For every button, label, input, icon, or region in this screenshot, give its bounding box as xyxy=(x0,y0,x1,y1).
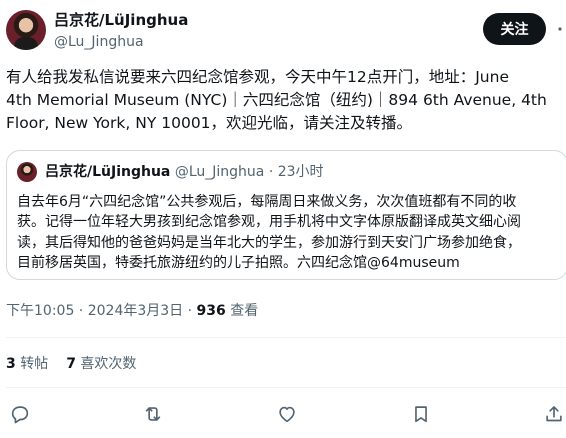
quote-author-name: 吕京花/LüJinghua xyxy=(45,164,171,180)
quote-text: 自去年6月“六四纪念馆”公共参观后，每隔周日来做义务，次次值班都有不同的收 获。… xyxy=(17,194,521,272)
quote-author-handle: @Lu_Jinghua xyxy=(174,164,265,180)
quoted-tweet-card[interactable]: 吕京花/LüJinghua @Lu_Jinghua · 23小时 自去年6月“六… xyxy=(6,150,566,280)
quote-author-avatar xyxy=(17,162,37,182)
likes-stat[interactable]: 7 喜欢次数 xyxy=(66,356,136,372)
tweet-date[interactable]: 2024年3月3日 xyxy=(88,303,183,319)
follow-button[interactable]: 关注 xyxy=(483,13,546,45)
engagement-stats: 3 转帖 7 喜欢次数 xyxy=(6,355,136,373)
tweet-text: 有人给我发私信说要来六四纪念馆参观，今天中午12点开门，地址：June 4th … xyxy=(6,68,547,132)
divider xyxy=(6,337,566,338)
views-label: 查看 xyxy=(225,303,259,319)
author-name[interactable]: 吕京花/LüJinghua xyxy=(54,11,188,29)
meta-separator: · xyxy=(183,303,197,319)
retweet-icon[interactable] xyxy=(142,403,166,427)
more-options-icon[interactable] xyxy=(553,20,566,38)
retweets-label: 转帖 xyxy=(15,356,49,372)
quote-timestamp: 23小时 xyxy=(277,164,324,180)
like-icon[interactable] xyxy=(276,403,300,427)
likes-count: 7 xyxy=(66,356,76,372)
retweets-count: 3 xyxy=(6,356,16,372)
quote-header: 吕京花/LüJinghua @Lu_Jinghua · 23小时 xyxy=(45,163,324,181)
tweet-time[interactable]: 下午10:05 xyxy=(6,303,74,319)
retweets-stat[interactable]: 3 转帖 xyxy=(6,356,48,372)
author-handle[interactable]: @Lu_Jinghua xyxy=(54,33,144,51)
meta-separator: · xyxy=(74,303,88,319)
quote-separator: · xyxy=(268,164,274,180)
author-avatar[interactable] xyxy=(6,10,46,50)
divider xyxy=(6,387,566,388)
tweet-meta: 下午10:05 · 2024年3月3日 · 936 查看 xyxy=(6,302,258,320)
views-count: 936 xyxy=(196,303,226,319)
reply-icon[interactable] xyxy=(9,403,33,427)
bookmark-icon[interactable] xyxy=(410,403,434,427)
likes-label: 喜欢次数 xyxy=(75,356,137,372)
share-icon[interactable] xyxy=(543,403,566,427)
action-bar xyxy=(0,400,566,430)
